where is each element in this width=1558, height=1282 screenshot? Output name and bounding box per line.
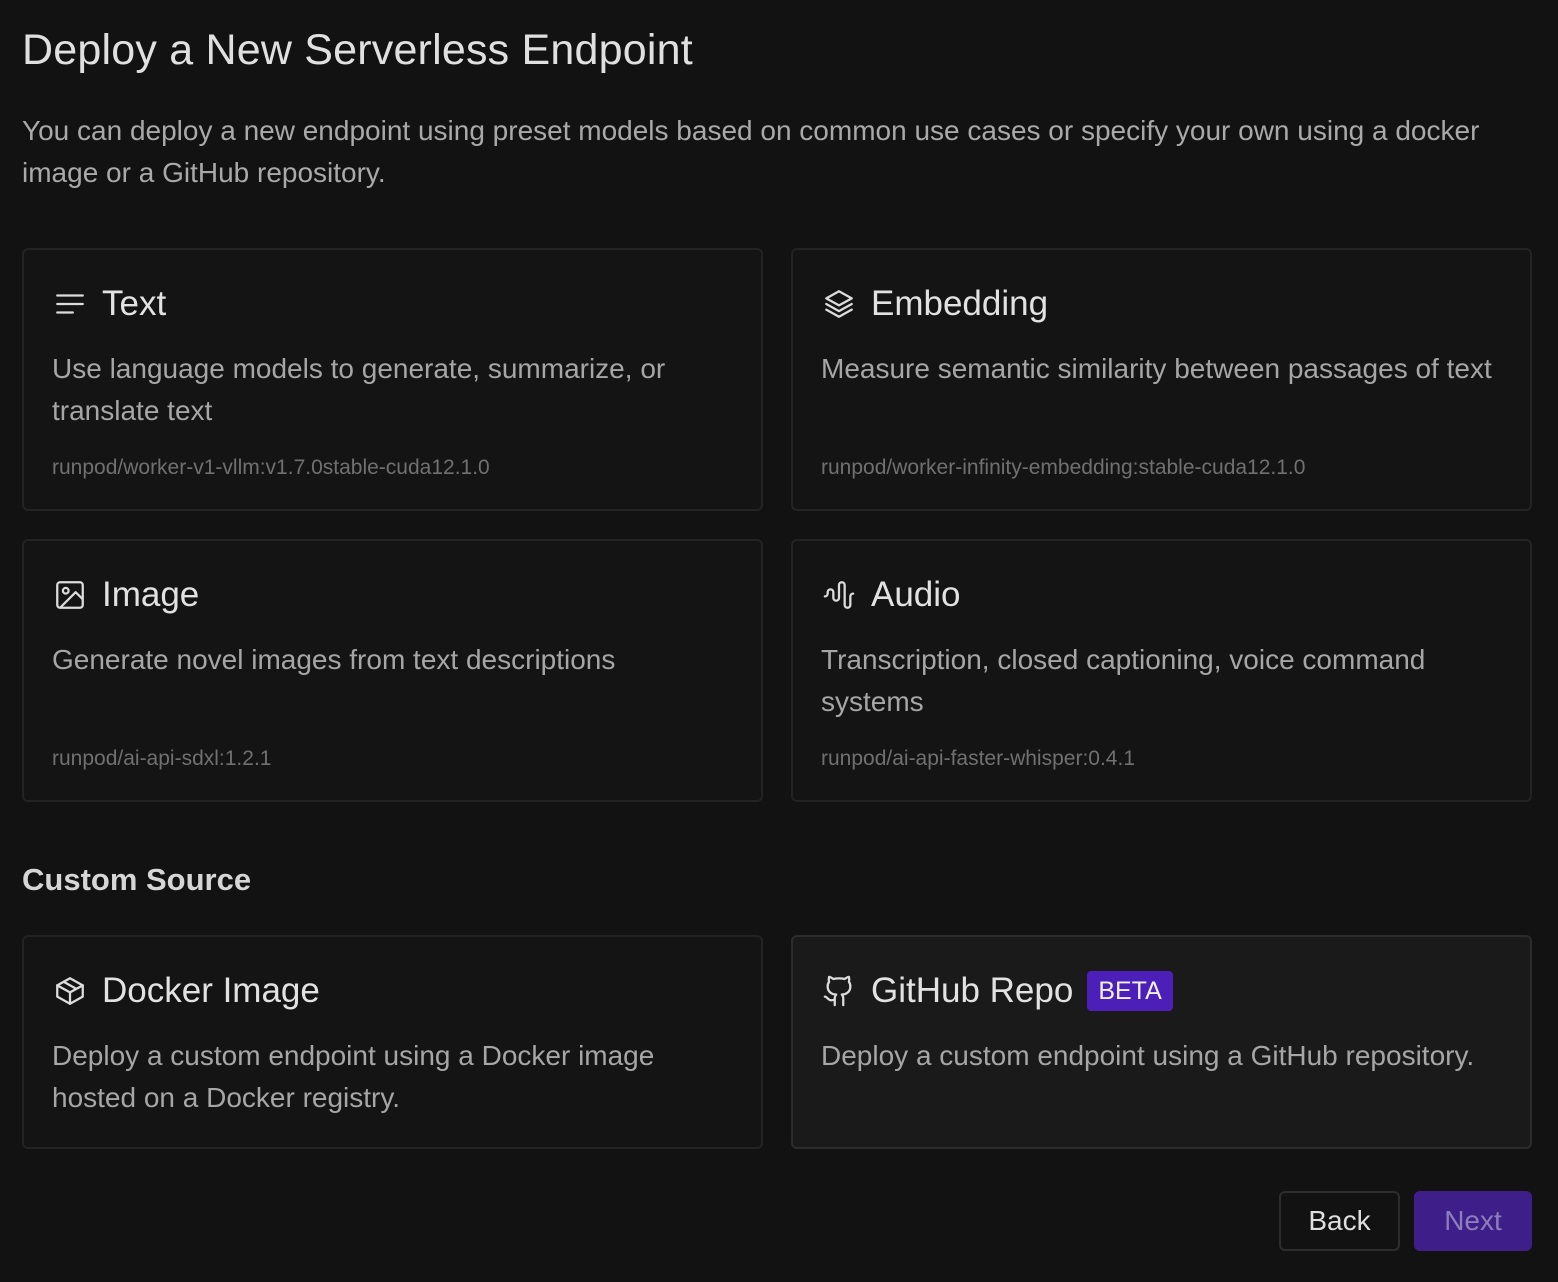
preset-card-image[interactable]: Image Generate novel images from text de… <box>22 539 763 802</box>
preset-card-embedding[interactable]: Embedding Measure semantic similarity be… <box>791 248 1532 511</box>
github-icon <box>821 973 857 1009</box>
image-icon <box>52 577 88 613</box>
custom-card-github-repo[interactable]: GitHub Repo BETA Deploy a custom endpoin… <box>791 935 1532 1149</box>
text-lines-icon <box>52 286 88 322</box>
page-description: You can deploy a new endpoint using pres… <box>22 115 1480 188</box>
card-title: Audio <box>871 575 961 614</box>
next-button[interactable]: Next <box>1414 1191 1532 1251</box>
custom-source-heading: Custom Source <box>22 862 252 897</box>
card-description: Deploy a custom endpoint using a GitHub … <box>821 1040 1475 1071</box>
card-title: GitHub Repo <box>871 971 1074 1010</box>
beta-badge: BETA <box>1087 971 1173 1011</box>
card-docker-image: runpod/ai-api-sdxl:1.2.1 <box>52 747 272 770</box>
package-icon <box>52 973 88 1009</box>
card-description: Measure semantic similarity between pass… <box>821 353 1492 384</box>
card-description: Deploy a custom endpoint using a Docker … <box>52 1040 655 1113</box>
preset-card-audio[interactable]: Audio Transcription, closed captioning, … <box>791 539 1532 802</box>
layers-icon <box>821 286 857 322</box>
page-title: Deploy a New Serverless Endpoint <box>22 26 693 74</box>
card-docker-image: runpod/worker-infinity-embedding:stable-… <box>821 456 1306 479</box>
preset-card-text[interactable]: Text Use language models to generate, su… <box>22 248 763 511</box>
custom-card-docker-image[interactable]: Docker Image Deploy a custom endpoint us… <box>22 935 763 1149</box>
card-description: Use language models to generate, summari… <box>52 353 666 426</box>
card-title: Image <box>102 575 200 614</box>
card-title: Embedding <box>871 284 1049 323</box>
back-button[interactable]: Back <box>1279 1191 1400 1251</box>
card-title: Text <box>102 284 167 323</box>
card-docker-image: runpod/ai-api-faster-whisper:0.4.1 <box>821 747 1135 770</box>
card-description: Transcription, closed captioning, voice … <box>821 644 1426 717</box>
card-title: Docker Image <box>102 971 320 1010</box>
audio-wave-icon <box>821 577 857 613</box>
card-docker-image: runpod/worker-v1-vllm:v1.7.0stable-cuda1… <box>52 456 490 479</box>
card-description: Generate novel images from text descript… <box>52 644 616 675</box>
